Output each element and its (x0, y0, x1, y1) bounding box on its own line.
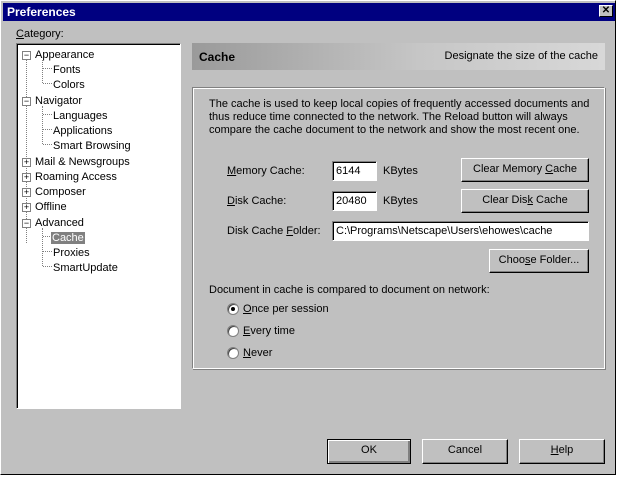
expand-icon[interactable]: + (22, 188, 31, 197)
tree-item-languages[interactable]: Languages (53, 109, 107, 123)
panel-title: Cache (199, 50, 236, 64)
tree-line (43, 114, 52, 115)
tree-item-colors[interactable]: Colors (53, 78, 85, 92)
tree-line (43, 144, 52, 145)
cancel-button[interactable]: Cancel (422, 439, 508, 464)
preferences-window: Preferences ✕ Category: − Appearance Fon… (0, 0, 616, 475)
disk-cache-input[interactable]: 20480 (332, 191, 377, 211)
memory-cache-input[interactable]: 6144 (332, 161, 377, 181)
radio-once-per-session[interactable] (227, 303, 239, 315)
tree-item-label: Composer (35, 186, 86, 198)
panel-header: Cache Designate the size of the cache (192, 43, 605, 70)
tree-item-mail-newsgroups[interactable]: + Mail & Newsgroups (22, 155, 130, 169)
disk-cache-label: Disk Cache: (227, 195, 287, 207)
collapse-icon[interactable]: − (22, 51, 31, 60)
collapse-icon[interactable]: − (22, 219, 31, 228)
tree-line (42, 228, 43, 266)
cache-description: The cache is used to keep local copies o… (209, 98, 590, 136)
cache-settings-group: The cache is used to keep local copies o… (192, 87, 605, 369)
tree-item-label: Advanced (35, 217, 84, 229)
panel-subtitle: Designate the size of the cache (444, 50, 598, 62)
tree-item-offline[interactable]: + Offline (22, 200, 67, 214)
radio-label-once-per-session[interactable]: Once per session (243, 303, 329, 315)
disk-cache-unit: KBytes (383, 195, 418, 207)
tree-item-label: Mail & Newsgroups (35, 156, 130, 168)
help-button[interactable]: Help (519, 439, 605, 464)
tree-item-smartupdate[interactable]: SmartUpdate (53, 261, 118, 275)
close-button[interactable]: ✕ (599, 5, 613, 17)
tree-item-label: Offline (35, 201, 67, 213)
expand-icon[interactable]: + (22, 173, 31, 182)
radio-label-every-time[interactable]: Every time (243, 325, 295, 337)
window-title: Preferences (7, 5, 76, 19)
close-icon: ✕ (601, 5, 611, 16)
tree-line (43, 266, 52, 267)
tree-item-applications[interactable]: Applications (53, 124, 112, 138)
choose-folder-button[interactable]: Choose Folder... (489, 249, 589, 273)
expand-icon[interactable]: + (22, 203, 31, 212)
compare-question: Document in cache is compared to documen… (209, 284, 490, 296)
tree-item-fonts[interactable]: Fonts (53, 63, 81, 77)
radio-never[interactable] (227, 347, 239, 359)
tree-item-label: Roaming Access (35, 171, 117, 183)
tree-item-roaming-access[interactable]: + Roaming Access (22, 170, 117, 184)
tree-line (43, 83, 52, 84)
memory-cache-unit: KBytes (383, 165, 418, 177)
tree-item-advanced[interactable]: − Advanced (22, 216, 84, 230)
radio-label-never[interactable]: Never (243, 347, 272, 359)
expand-icon[interactable]: + (22, 158, 31, 167)
tree-line (43, 129, 52, 130)
disk-cache-folder-input[interactable]: C:\Programs\Netscape\Users\ehowes\cache (332, 221, 589, 241)
title-bar[interactable]: Preferences ✕ (3, 3, 615, 21)
tree-line (43, 68, 52, 69)
collapse-icon[interactable]: − (22, 97, 31, 106)
tree-item-proxies[interactable]: Proxies (53, 246, 90, 260)
disk-cache-folder-label: Disk Cache Folder: (227, 225, 321, 237)
category-tree[interactable]: − Appearance Fonts Colors − Navigator La… (16, 43, 181, 409)
tree-item-cache[interactable]: Cache (51, 231, 85, 245)
memory-cache-label: Memory Cache: (227, 165, 305, 177)
tree-item-label: Cache (51, 232, 85, 244)
tree-item-label: Navigator (35, 95, 83, 107)
radio-selected-dot (231, 307, 235, 311)
tree-item-navigator[interactable]: − Navigator (22, 94, 82, 108)
ok-button[interactable]: OK (327, 439, 411, 464)
tree-line (42, 60, 43, 83)
tree-item-label: Appearance (35, 49, 95, 61)
tree-line (43, 251, 52, 252)
radio-every-time[interactable] (227, 325, 239, 337)
category-label: Category: (16, 28, 64, 40)
tree-item-smart-browsing[interactable]: Smart Browsing (53, 139, 131, 153)
tree-item-appearance[interactable]: − Appearance (22, 48, 94, 62)
clear-disk-cache-button[interactable]: Clear Disk Cache (461, 189, 589, 213)
tree-item-composer[interactable]: + Composer (22, 185, 86, 199)
tree-line (42, 106, 43, 144)
clear-memory-cache-button[interactable]: Clear Memory Cache (461, 158, 589, 182)
